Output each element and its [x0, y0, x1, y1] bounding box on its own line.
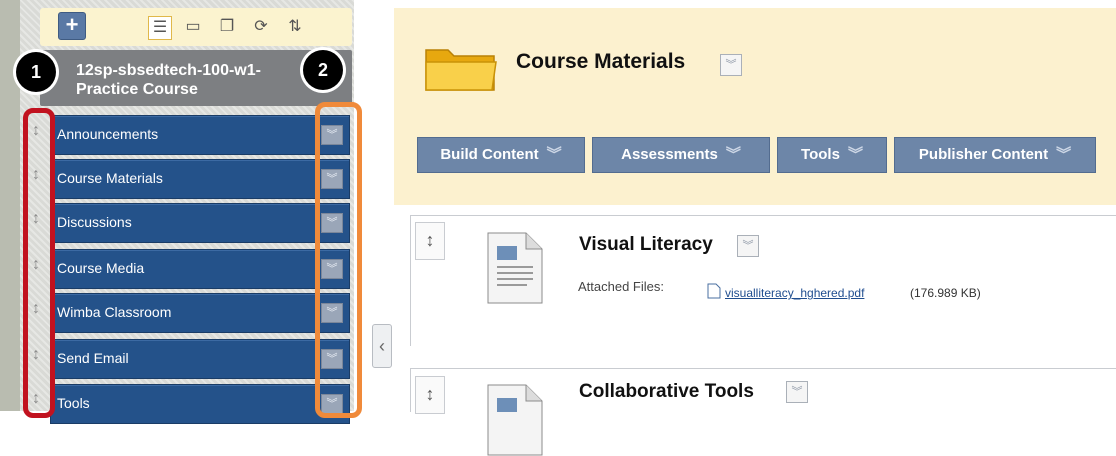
menu-item-label: Discussions	[57, 214, 132, 230]
menu-item-label: Send Email	[57, 350, 129, 366]
attached-files-label: Attached Files:	[578, 279, 664, 294]
chevron-down-icon[interactable]: ︾	[737, 235, 759, 257]
assessments-label: Assessments	[621, 146, 718, 163]
menu-item-label: Course Materials	[57, 170, 163, 186]
attached-file-link[interactable]: visualliteracy_hghered.pdf	[725, 286, 864, 300]
course-title: 12sp-sbsedtech-100-w1-Practice Course	[76, 62, 261, 98]
chevron-down-icon[interactable]: ︾	[720, 54, 742, 76]
highlight-drag-handles	[23, 108, 55, 418]
callout-badge-2: 2	[303, 50, 343, 90]
content-header	[394, 8, 1116, 205]
menu-item-tools[interactable]: Tools ︾	[50, 384, 350, 424]
chevron-down-icon[interactable]: ︾	[786, 381, 808, 403]
folder-icon[interactable]: ▭	[182, 16, 204, 38]
menu-item-label: Announcements	[57, 126, 159, 142]
build-content-button[interactable]: Build Content ︾	[417, 137, 585, 173]
tools-button[interactable]: Tools ︾	[777, 137, 887, 173]
window-icon[interactable]: ❐	[216, 16, 238, 38]
menu-item-course-materials[interactable]: Course Materials ︾	[50, 159, 350, 199]
chevron-down-icon: ︾	[725, 146, 741, 163]
tools-label: Tools	[801, 146, 840, 163]
menu-item-label: Tools	[57, 395, 90, 411]
chevron-down-icon: ︾	[847, 146, 863, 163]
assessments-button[interactable]: Assessments ︾	[592, 137, 770, 173]
collapse-menu-button[interactable]: ‹	[372, 324, 392, 368]
add-menu-item-button[interactable]: +	[58, 12, 86, 40]
left-rail	[0, 0, 20, 411]
content-item-title[interactable]: Visual Literacy	[579, 234, 713, 256]
drag-handle-icon[interactable]: ↕	[415, 222, 445, 260]
menu-item-course-media[interactable]: Course Media ︾	[50, 249, 350, 289]
menu-item-wimba-classroom[interactable]: Wimba Classroom ︾	[50, 293, 350, 333]
refresh-icon[interactable]: ⟳	[250, 16, 272, 38]
course-menu-toolbar: ☰ ▭ ❐ ⟳ ⇅	[40, 8, 352, 46]
menu-item-send-email[interactable]: Send Email ︾	[50, 339, 350, 379]
build-content-label: Build Content	[440, 146, 539, 163]
page-title: Course Materials	[516, 50, 686, 73]
menu-item-label: Wimba Classroom	[57, 304, 172, 320]
file-size: (176.989 KB)	[910, 286, 981, 300]
chevron-down-icon: ︾	[1056, 146, 1072, 163]
chevron-left-icon: ‹	[379, 336, 385, 356]
sort-icon[interactable]: ⇅	[284, 16, 306, 38]
callout-badge-1: 1	[16, 52, 56, 92]
menu-item-announcements[interactable]: Announcements ︾	[50, 115, 350, 155]
add-icon: +	[65, 12, 79, 37]
document-icon	[487, 384, 543, 456]
drag-handle-icon[interactable]: ↕	[415, 376, 445, 414]
folder-icon	[425, 49, 497, 91]
publisher-content-label: Publisher Content	[918, 146, 1049, 163]
file-icon	[707, 283, 721, 299]
highlight-menu-options	[315, 102, 362, 418]
menu-item-label: Course Media	[57, 260, 145, 276]
list-view-icon[interactable]: ☰	[148, 16, 172, 40]
chevron-down-icon: ︾	[546, 146, 562, 163]
menu-item-discussions[interactable]: Discussions ︾	[50, 203, 350, 243]
document-icon	[487, 232, 543, 304]
content-item-title[interactable]: Collaborative Tools	[579, 381, 754, 403]
publisher-content-button[interactable]: Publisher Content ︾	[894, 137, 1096, 173]
